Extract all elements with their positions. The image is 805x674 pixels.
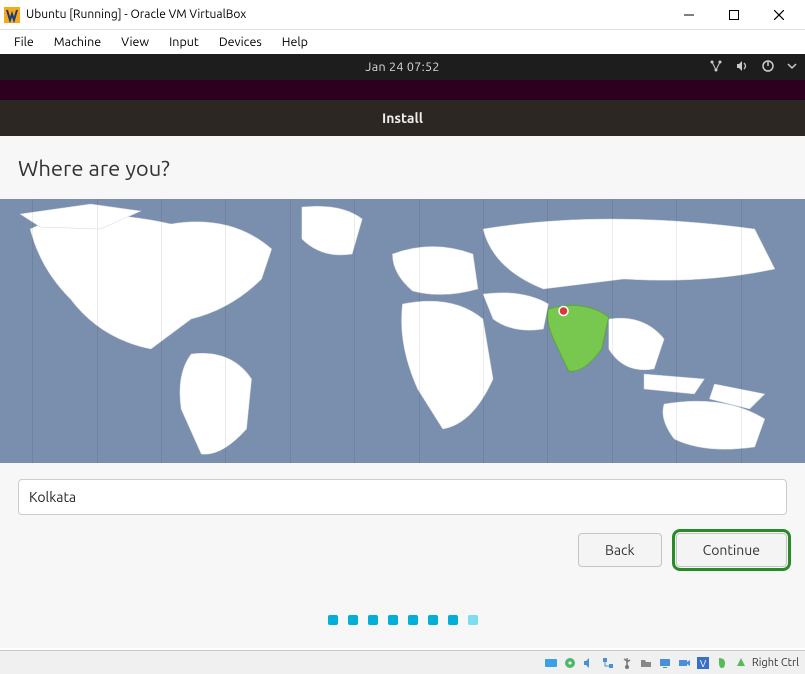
maximize-button[interactable] [711,1,756,29]
svg-text:V: V [700,658,707,669]
installer-window: Install Where are you? [0,100,805,648]
display-icon[interactable] [657,655,673,671]
system-status-area[interactable] [709,59,797,76]
progress-dot [368,615,378,625]
menu-help[interactable]: Help [272,32,318,52]
installer-title: Install [382,110,423,126]
mouse-integration-icon[interactable] [714,655,730,671]
page-heading: Where are you? [0,156,805,199]
network-status-icon[interactable] [600,655,616,671]
virtualbox-icon [4,7,20,23]
optical-icon[interactable] [562,655,578,671]
selected-region [548,305,609,371]
progress-dot [428,615,438,625]
nav-buttons: Back Continue [0,515,805,567]
progress-dot [348,615,358,625]
menu-machine[interactable]: Machine [44,32,111,52]
shared-folder-icon[interactable] [638,655,654,671]
location-input[interactable] [18,479,787,515]
location-pin [559,307,568,316]
menu-input[interactable]: Input [159,32,209,52]
timezone-map[interactable] [0,199,805,463]
progress-dot [388,615,398,625]
window-controls [666,1,801,29]
host-key-label: Right Ctrl [752,657,799,669]
chevron-down-icon [787,60,797,74]
menu-file[interactable]: File [4,32,44,52]
usb-icon[interactable] [619,655,635,671]
installer-titlebar: Install [0,100,805,136]
installer-content: Where are you? [0,136,805,648]
close-button[interactable] [756,1,801,29]
hdd-icon[interactable] [543,655,559,671]
progress-dot [328,615,338,625]
menu-devices[interactable]: Devices [209,32,272,52]
network-icon [709,59,723,76]
progress-dots [0,615,805,625]
back-button[interactable]: Back [578,533,662,567]
recording-icon[interactable] [676,655,692,671]
menubar: File Machine View Input Devices Help [0,30,805,54]
volume-icon [735,59,749,76]
progress-dot-current [468,615,478,625]
gnome-top-bar: Jan 24 07:52 [0,54,805,80]
minimize-button[interactable] [666,1,711,29]
continue-button[interactable]: Continue [676,533,787,567]
keyboard-captured-icon[interactable] [733,655,749,671]
vbox-processes-icon[interactable]: V [695,655,711,671]
progress-dot [408,615,418,625]
world-map-svg [0,199,805,463]
progress-dot [448,615,458,625]
power-icon [761,59,775,76]
menu-view[interactable]: View [111,32,159,52]
vbox-statusbar: V Right Ctrl [0,650,805,674]
clock[interactable]: Jan 24 07:52 [365,60,439,74]
guest-display: Jan 24 07:52 Install Where are you? [0,54,805,648]
window-titlebar: Ubuntu [Running] - Oracle VM VirtualBox [0,0,805,30]
window-title: Ubuntu [Running] - Oracle VM VirtualBox [26,8,666,21]
audio-icon[interactable] [581,655,597,671]
